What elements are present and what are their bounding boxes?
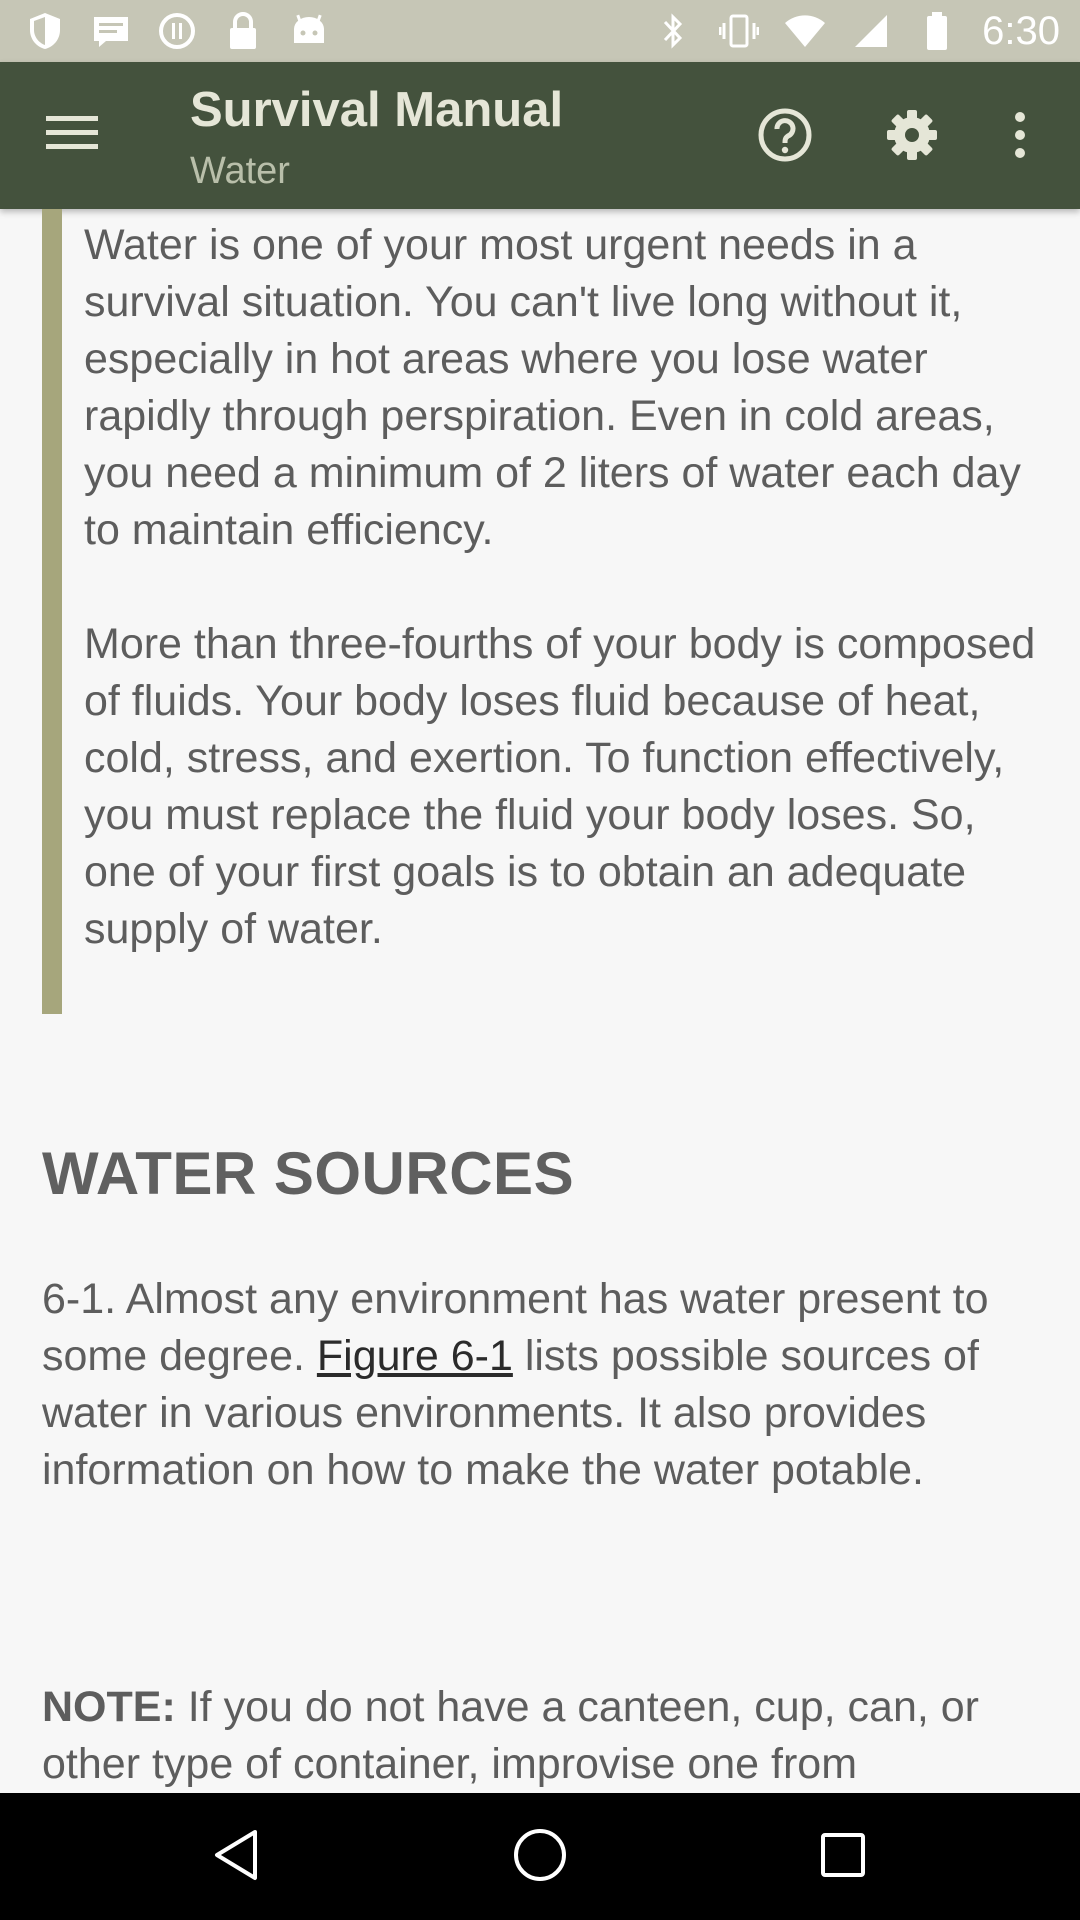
status-time: 6:30: [982, 8, 1060, 53]
signal-icon: [850, 10, 892, 52]
recents-icon: [819, 1831, 867, 1884]
app-title: Survival Manual: [190, 83, 564, 137]
note-text: If you do not have a canteen, cup, can, …: [42, 1683, 979, 1788]
figure-link[interactable]: Figure 6-1: [317, 1332, 513, 1380]
intro-paragraph-1: Water is one of your most urgent needs i…: [84, 221, 1021, 554]
settings-button[interactable]: [877, 102, 947, 172]
back-button[interactable]: [194, 1815, 278, 1899]
help-button[interactable]: [750, 102, 820, 172]
notification-icons: [24, 10, 330, 52]
sync-icon: [156, 10, 198, 52]
bluetooth-icon: [652, 10, 694, 52]
app-subtitle: Water: [190, 150, 290, 192]
blockquote-bar: [42, 209, 62, 1014]
shield-icon: [24, 10, 66, 52]
article-content[interactable]: Water is one of your most urgent needs i…: [0, 209, 1080, 1793]
lock-icon: [222, 10, 264, 52]
wifi-icon: [784, 10, 826, 52]
message-icon: [90, 10, 132, 52]
help-icon: [757, 107, 813, 168]
battery-icon: [916, 10, 958, 52]
section-heading: WATER SOURCES: [42, 1140, 575, 1207]
overflow-menu-button[interactable]: [1000, 102, 1040, 172]
note-paragraph: NOTE: If you do not have a canteen, cup,…: [42, 1679, 1042, 1793]
system-icons: 6:30: [652, 6, 1060, 56]
menu-button[interactable]: [36, 104, 108, 166]
navigation-bar: [0, 1793, 1080, 1920]
app-bar: Survival Manual Water: [0, 62, 1080, 209]
recents-button[interactable]: [801, 1815, 885, 1899]
intro-paragraph-2: More than three-fourths of your body is …: [84, 620, 1036, 953]
status-bar: 6:30: [0, 0, 1080, 62]
more-vert-icon: [1013, 111, 1027, 164]
home-button[interactable]: [498, 1815, 582, 1899]
body-paragraph: 6-1. Almost any environment has water pr…: [42, 1271, 1042, 1499]
vibrate-icon: [718, 10, 760, 52]
back-icon: [211, 1827, 261, 1888]
settings-icon: [884, 107, 940, 168]
home-icon: [512, 1827, 568, 1888]
android-icon: [288, 10, 330, 52]
blockquote: Water is one of your most urgent needs i…: [84, 217, 1044, 958]
note-label: NOTE:: [42, 1683, 176, 1731]
menu-icon: [46, 114, 98, 157]
